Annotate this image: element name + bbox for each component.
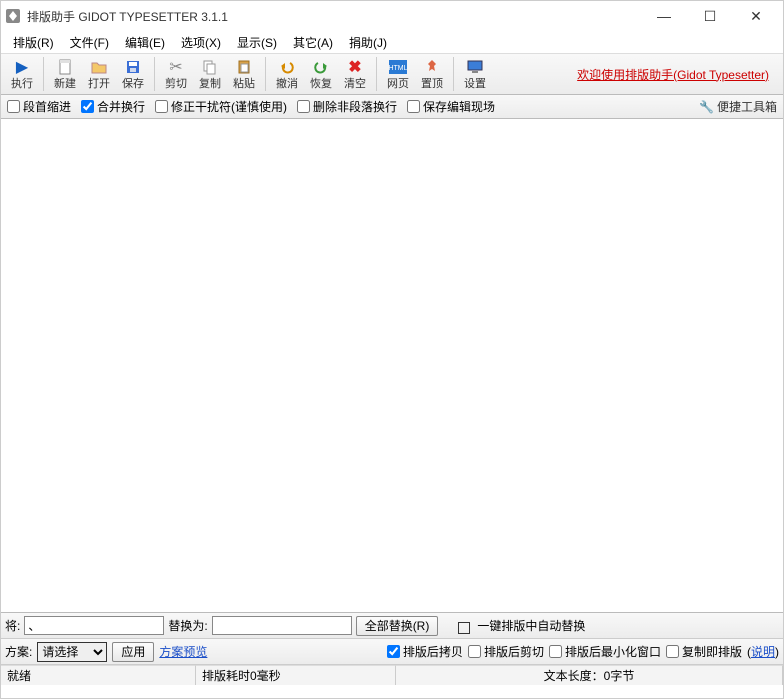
options-bar: 段首缩进 合并换行 修正干扰符(谨慎使用) 删除非段落换行 保存编辑现场 🔧 便… bbox=[1, 95, 783, 119]
menu-file[interactable]: 文件(F) bbox=[62, 32, 117, 53]
menu-donate[interactable]: 捐助(J) bbox=[341, 32, 395, 53]
app-icon bbox=[5, 8, 21, 24]
open-folder-icon bbox=[91, 57, 107, 77]
replace-input[interactable] bbox=[212, 616, 352, 635]
del-nonpara-checkbox[interactable]: 删除非段落换行 bbox=[297, 98, 397, 115]
menu-view[interactable]: 显示(S) bbox=[229, 32, 285, 53]
pin-top-button[interactable]: 置顶 bbox=[415, 56, 449, 92]
copy-layout-checkbox[interactable]: 复制即排版 bbox=[666, 643, 742, 660]
settings-button[interactable]: 设置 bbox=[458, 56, 492, 92]
menu-layout[interactable]: 排版(R) bbox=[5, 32, 62, 53]
save-scene-checkbox[interactable]: 保存编辑现场 bbox=[407, 98, 495, 115]
indent-checkbox[interactable]: 段首缩进 bbox=[7, 98, 71, 115]
status-time: 排版耗时0毫秒 bbox=[196, 665, 396, 685]
undo-icon bbox=[279, 57, 295, 77]
new-file-icon bbox=[57, 57, 73, 77]
minimize-button[interactable]: — bbox=[641, 1, 687, 31]
replace-label: 替换为: bbox=[168, 617, 207, 634]
new-button[interactable]: 新建 bbox=[48, 56, 82, 92]
main-editor[interactable] bbox=[1, 119, 783, 609]
find-input[interactable] bbox=[24, 616, 164, 635]
help-link[interactable]: 说明 bbox=[751, 645, 775, 659]
monitor-icon bbox=[467, 57, 483, 77]
merge-line-checkbox[interactable]: 合并换行 bbox=[81, 98, 145, 115]
toolbar: ▶ 执行 新建 打开 保存 ✂ 剪切 复制 粘贴 撤消 恢复 ✖ 清空 HTML bbox=[1, 53, 783, 95]
cut-icon: ✂ bbox=[169, 57, 182, 77]
undo-button[interactable]: 撤消 bbox=[270, 56, 304, 92]
redo-button[interactable]: 恢复 bbox=[304, 56, 338, 92]
menu-bar: 排版(R) 文件(F) 编辑(E) 选项(X) 显示(S) 其它(A) 捐助(J… bbox=[1, 31, 783, 53]
onekey-auto-checkbox[interactable]: 一键排版中自动替换 bbox=[458, 617, 585, 634]
run-button[interactable]: ▶ 执行 bbox=[5, 56, 39, 92]
brand-link[interactable]: 欢迎使用排版助手(Gidot Typesetter) bbox=[577, 66, 779, 83]
play-icon: ▶ bbox=[16, 57, 28, 77]
menu-options[interactable]: 选项(X) bbox=[173, 32, 229, 53]
replace-bar: 将: 替换为: 全部替换(R) 一键排版中自动替换 bbox=[1, 613, 783, 639]
title-bar: 排版助手 GIDOT TYPESETTER 3.1.1 — ☐ ✕ bbox=[1, 1, 783, 31]
html-icon: HTML bbox=[389, 57, 407, 77]
paste-button[interactable]: 粘贴 bbox=[227, 56, 261, 92]
open-button[interactable]: 打开 bbox=[82, 56, 116, 92]
svg-text:HTML: HTML bbox=[389, 65, 407, 72]
maximize-button[interactable]: ☐ bbox=[687, 1, 733, 31]
fix-noise-checkbox[interactable]: 修正干扰符(谨慎使用) bbox=[155, 98, 287, 115]
cut-button[interactable]: ✂ 剪切 bbox=[159, 56, 193, 92]
apply-scheme-button[interactable]: 应用 bbox=[112, 642, 154, 662]
menu-other[interactable]: 其它(A) bbox=[285, 32, 341, 53]
copy-icon bbox=[202, 57, 218, 77]
copy-button[interactable]: 复制 bbox=[193, 56, 227, 92]
handy-toolbox-button[interactable]: 🔧 便捷工具箱 bbox=[699, 98, 777, 115]
window-title: 排版助手 GIDOT TYPESETTER 3.1.1 bbox=[27, 8, 641, 25]
toolbar-separator bbox=[453, 57, 454, 91]
toolbar-separator bbox=[154, 57, 155, 91]
clear-button[interactable]: ✖ 清空 bbox=[338, 56, 372, 92]
wrench-icon: 🔧 bbox=[699, 100, 714, 114]
scheme-preview-link[interactable]: 方案预览 bbox=[159, 643, 207, 660]
paste-icon bbox=[236, 57, 252, 77]
status-ready: 就绪 bbox=[1, 665, 196, 685]
after-min-checkbox[interactable]: 排版后最小化窗口 bbox=[549, 643, 661, 660]
scheme-bar: 方案: 请选择 应用 方案预览 排版后拷贝 排版后剪切 排版后最小化窗口 复制即… bbox=[1, 639, 783, 665]
scheme-select[interactable]: 请选择 bbox=[37, 642, 107, 662]
after-cut-checkbox[interactable]: 排版后剪切 bbox=[468, 643, 544, 660]
redo-icon bbox=[313, 57, 329, 77]
after-copy-checkbox[interactable]: 排版后拷贝 bbox=[387, 643, 463, 660]
toolbar-separator bbox=[265, 57, 266, 91]
close-button[interactable]: ✕ bbox=[733, 1, 779, 31]
replace-all-button[interactable]: 全部替换(R) bbox=[356, 616, 439, 636]
clear-icon: ✖ bbox=[348, 57, 361, 77]
status-length: 文本长度：0字节 bbox=[396, 665, 783, 685]
pin-icon bbox=[425, 57, 439, 77]
save-icon bbox=[125, 57, 141, 77]
toolbar-separator bbox=[43, 57, 44, 91]
web-button[interactable]: HTML 网页 bbox=[381, 56, 415, 92]
status-bar: 就绪 排版耗时0毫秒 文本长度：0字节 bbox=[1, 665, 783, 685]
menu-edit[interactable]: 编辑(E) bbox=[117, 32, 173, 53]
find-label: 将: bbox=[5, 617, 20, 634]
toolbar-separator bbox=[376, 57, 377, 91]
window-controls: — ☐ ✕ bbox=[641, 1, 779, 31]
save-button[interactable]: 保存 bbox=[116, 56, 150, 92]
scheme-label: 方案: bbox=[5, 643, 32, 660]
